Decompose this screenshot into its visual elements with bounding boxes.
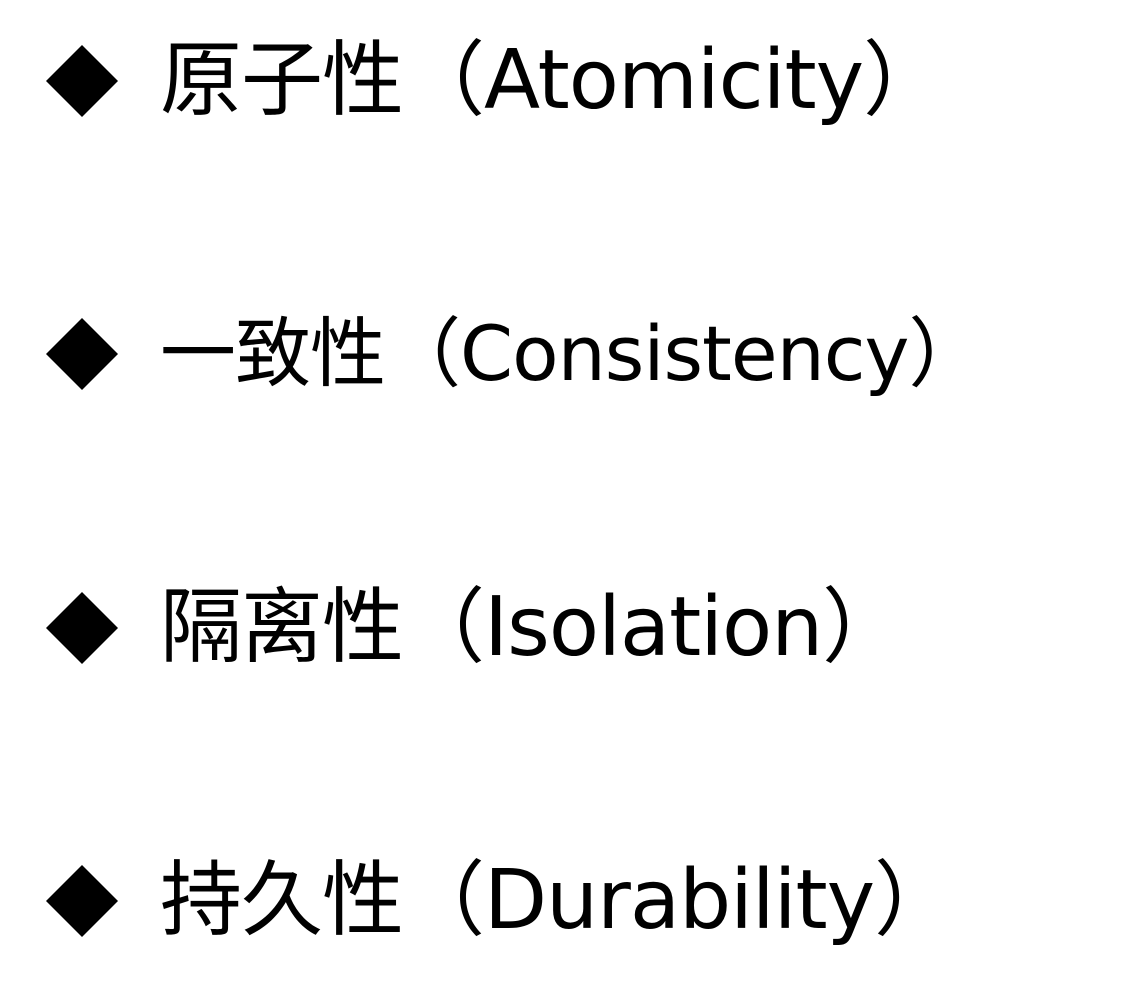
list-item-label: 原子性（Atomicity） [160,33,945,128]
list-item-atomicity: 原子性（Atomicity） [44,26,945,136]
list-item-label: 持久性（Durability） [160,853,956,948]
list-item-isolation: 隔离性（Isolation） [44,573,904,683]
black-diamond-icon [44,590,120,666]
list-item-durability: 持久性（Durability） [44,846,956,956]
acid-property-list: 原子性（Atomicity） 一致性（Consistency） 隔离性（Isol… [0,0,1140,1004]
list-item-label: 隔离性（Isolation） [160,580,904,675]
list-item-consistency: 一致性（Consistency） [44,299,985,409]
black-diamond-icon [44,863,120,939]
list-item-label: 一致性（Consistency） [160,309,985,398]
black-diamond-icon [44,316,120,392]
black-diamond-icon [44,43,120,119]
